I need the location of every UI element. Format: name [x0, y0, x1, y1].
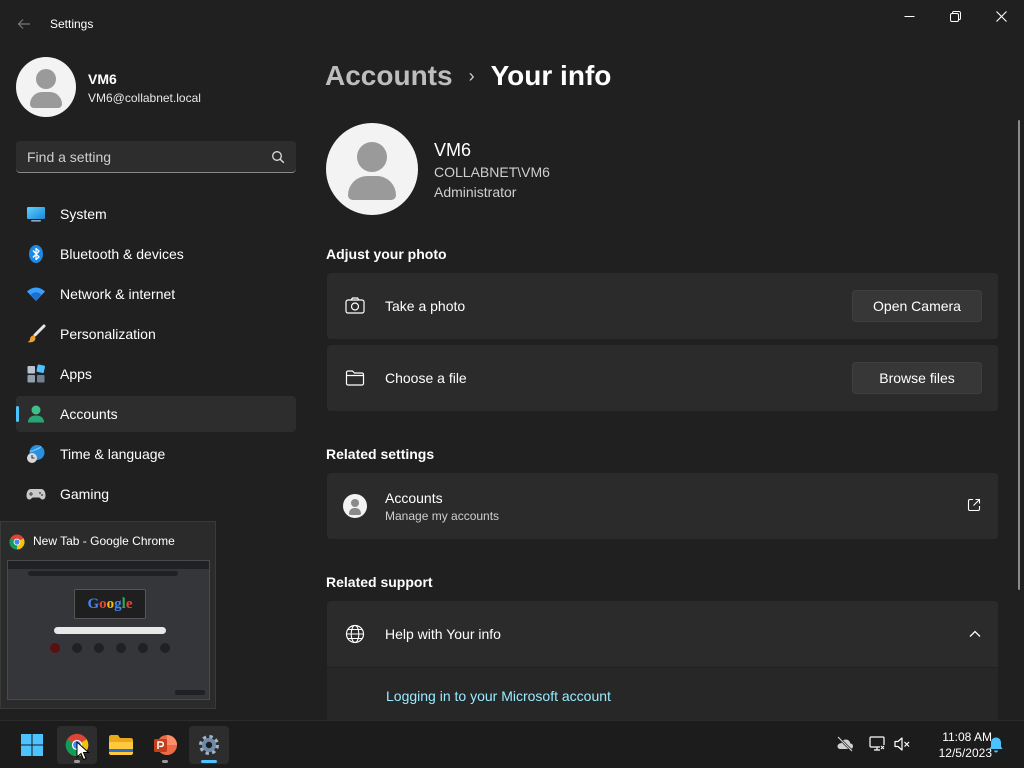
restore-button[interactable] [932, 0, 978, 32]
sidebar-item-accounts[interactable]: Accounts [16, 396, 296, 432]
title-bar: Settings [0, 0, 1024, 48]
sidebar-item-label: Accounts [60, 406, 118, 422]
breadcrumb-separator: › [468, 65, 475, 86]
taskbar-settings[interactable] [189, 726, 229, 764]
powerpoint-icon [154, 735, 177, 755]
section-title-adjust-photo: Adjust your photo [326, 246, 447, 262]
chrome-taskbar-preview[interactable]: New Tab - Google Chrome Google [0, 521, 216, 709]
bluetooth-icon [26, 244, 46, 264]
close-icon [995, 10, 1007, 22]
globe-clock-icon [26, 444, 46, 464]
gear-icon [199, 735, 219, 755]
clock-date: 12/5/2023 [938, 746, 992, 760]
profile-name: VM6 [88, 71, 117, 87]
scrollbar[interactable] [1018, 120, 1020, 590]
windows-logo-icon [21, 734, 43, 756]
user-info-card: VM6 COLLABNET\VM6 Administrator [326, 123, 926, 215]
sidebar-item-label: System [60, 206, 107, 222]
help-link-microsoft-account[interactable]: Logging in to your Microsoft account [386, 688, 611, 704]
sidebar-item-label: Apps [60, 366, 92, 382]
preview-image: Google [7, 560, 210, 700]
minimize-button[interactable] [886, 0, 932, 32]
sidebar-item-label: Personalization [60, 326, 156, 342]
mouse-cursor-icon [76, 741, 90, 761]
back-button[interactable] [12, 12, 36, 36]
sidebar-item-time-language[interactable]: Time & language [16, 436, 296, 472]
browse-files-button[interactable]: Browse files [852, 362, 982, 394]
system-clock[interactable]: 11:08 AM 12/5/2023 [918, 729, 992, 761]
folder-icon [109, 735, 133, 755]
sidebar-item-personalization[interactable]: Personalization [16, 316, 296, 352]
accounts-link-row[interactable]: Accounts Manage my accounts [327, 473, 998, 539]
search-box [16, 141, 296, 173]
page-title: Your info [490, 60, 612, 91]
apps-icon [26, 364, 46, 384]
start-button[interactable] [12, 726, 52, 764]
help-expander-header[interactable]: Help with Your info [327, 601, 998, 667]
sidebar-item-label: Gaming [60, 486, 110, 502]
help-expander-label: Help with Your info [385, 626, 501, 642]
app-title: Settings [50, 17, 94, 31]
profile-email: VM6@collabnet.local [88, 91, 201, 105]
section-title-related-support: Related support [326, 574, 433, 590]
sidebar-item-gaming[interactable]: Gaming [16, 476, 296, 512]
help-expander-content: Logging in to your Microsoft account [327, 668, 998, 720]
folder-icon [345, 368, 365, 388]
taskbar-powerpoint[interactable] [145, 726, 185, 764]
sidebar-item-network[interactable]: Network & internet [16, 276, 296, 312]
back-arrow-icon [17, 19, 30, 29]
chevron-up-icon[interactable] [968, 627, 982, 641]
running-indicator [162, 760, 168, 763]
restore-icon [949, 10, 961, 22]
sidebar-nav: System Bluetooth & devices Network & int… [16, 196, 296, 516]
breadcrumb-parent-link[interactable]: Accounts [325, 60, 453, 92]
taskbar: 11:08 AM 12/5/2023 [0, 720, 1024, 768]
gamepad-icon [26, 484, 46, 504]
sidebar-item-system[interactable]: System [16, 196, 296, 232]
minimize-icon [904, 15, 914, 17]
preview-window-title: New Tab - Google Chrome [33, 534, 175, 548]
sidebar-profile[interactable]: VM6 VM6@collabnet.local [16, 57, 296, 117]
settings-window: Settings VM6 VM6@collabnet.local System [0, 0, 1024, 720]
sidebar-item-label: Bluetooth & devices [60, 246, 184, 262]
section-title-related-settings: Related settings [326, 446, 435, 462]
user-role: Administrator [434, 184, 517, 200]
user-name: VM6 [434, 140, 472, 160]
user-domain: COLLABNET\VM6 [434, 164, 550, 180]
open-camera-button[interactable]: Open Camera [852, 290, 982, 322]
choose-file-row: Choose a file Browse files [327, 345, 998, 411]
chrome-icon [9, 534, 25, 550]
breadcrumb: Accounts › Your info [325, 58, 611, 94]
google-logo: Google [74, 589, 146, 619]
account-avatar-icon [343, 494, 367, 518]
monitor-icon [26, 204, 46, 224]
sidebar-item-apps[interactable]: Apps [16, 356, 296, 392]
cloud-offline-icon[interactable] [836, 735, 854, 753]
accounts-row-sublabel: Manage my accounts [385, 508, 500, 523]
close-button[interactable] [978, 0, 1024, 32]
globe-icon [345, 624, 365, 644]
sidebar-item-bluetooth[interactable]: Bluetooth & devices [16, 236, 296, 272]
network-icon[interactable] [868, 735, 886, 753]
wifi-icon [26, 284, 46, 304]
person-icon [26, 404, 46, 424]
camera-icon [345, 296, 365, 316]
taskbar-file-explorer[interactable] [101, 726, 141, 764]
accounts-row-label: Accounts [385, 489, 443, 506]
volume-muted-icon[interactable] [893, 735, 911, 753]
external-link-icon [967, 498, 981, 512]
choose-file-label: Choose a file [385, 370, 467, 386]
take-photo-label: Take a photo [385, 298, 466, 314]
paintbrush-icon [26, 324, 46, 344]
sidebar-item-label: Time & language [60, 446, 166, 462]
search-input[interactable] [16, 141, 256, 172]
clock-time: 11:08 AM [942, 730, 992, 744]
search-icon[interactable] [271, 150, 285, 164]
sidebar-item-label: Network & internet [60, 286, 176, 302]
take-photo-row: Take a photo Open Camera [327, 273, 998, 339]
user-avatar [326, 123, 418, 215]
active-indicator [201, 760, 217, 763]
avatar [16, 57, 76, 117]
notification-bell-icon[interactable] [987, 736, 1005, 754]
